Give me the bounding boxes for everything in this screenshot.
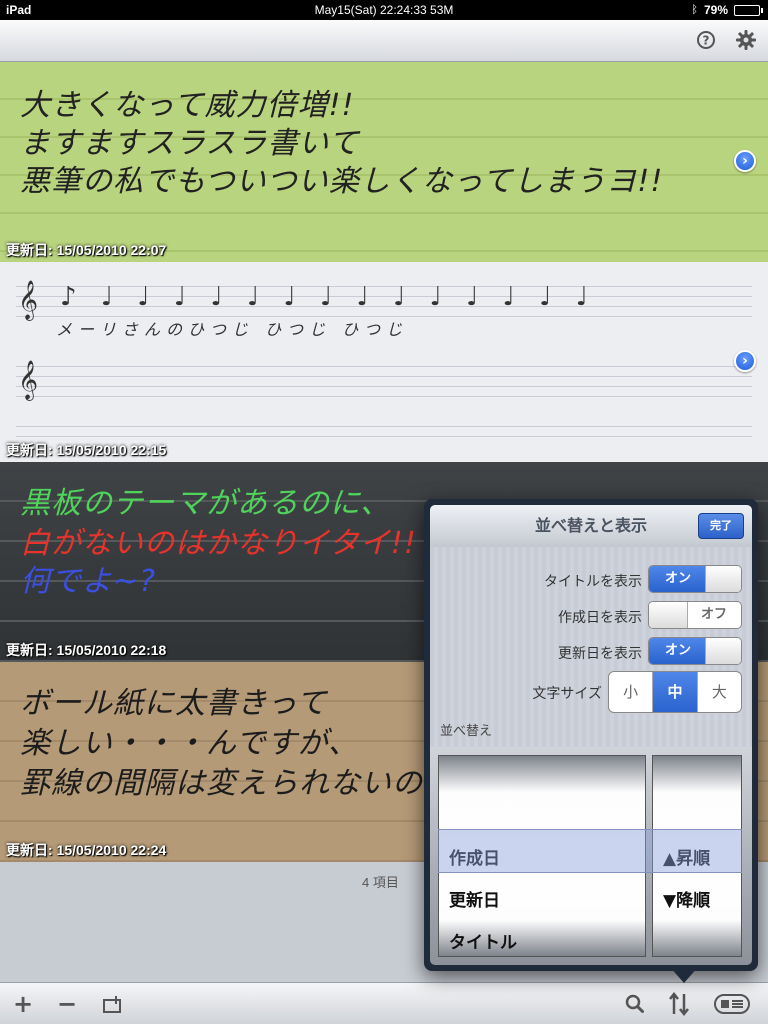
search-icon[interactable] [620,989,650,1019]
sort-order-option[interactable]: ▼降順 [663,886,710,911]
note-handwriting: 何でよ~? [20,564,157,599]
show-updated-switch[interactable]: オン [648,637,742,665]
music-notes-icon: ♪ ♩ ♩ ♩ ♩ ♩ ♩ ♩ ♩ ♩ ♩ ♩ ♩ ♩ ♩ [60,282,596,312]
new-folder-icon[interactable] [98,989,128,1019]
top-toolbar: ? [0,20,768,62]
show-title-row: タイトルを表示 オン [430,565,752,595]
note-handwriting: メーリさんのひつじ ひつじ ひつじ [56,320,409,339]
status-datetime: May15(Sat) 22:24:33 53M [314,3,454,17]
help-icon[interactable]: ? [694,28,718,52]
bluetooth-icon: ᛒ [691,4,698,16]
battery-percent: 79% [703,3,728,17]
show-title-label: タイトルを表示 [544,574,642,590]
note-handwriting: 悪筆の私でもついつい楽しくなってしまうヨ!! [20,164,664,199]
sort-field-option[interactable]: 更新日 [449,886,500,911]
font-size-small[interactable]: 小 [609,672,654,712]
treble-clef-icon: 𝄞 [18,360,39,400]
sort-field-option[interactable]: タイトル [449,928,517,953]
popover-header: 並べ替えと表示 完了 [430,505,752,547]
font-size-segmented-control: 小 中 大 [608,671,742,713]
sort-icon[interactable] [664,989,694,1019]
bottom-toolbar: + − [0,982,768,1024]
sort-display-popover: 並べ替えと表示 完了 タイトルを表示 オン 作成日を表示 オフ 更新日を表示 オ… [424,499,758,983]
note-handwriting: ボール紙に太書きって [20,686,328,721]
font-size-medium[interactable]: 中 [653,672,698,712]
sort-picker: 作成日 更新日 タイトル ▲昇順 ▼降順 [430,747,752,965]
remove-icon[interactable]: − [52,989,82,1019]
popover-settings: タイトルを表示 オン 作成日を表示 オフ 更新日を表示 オン 文字サイズ 小 中… [430,547,752,747]
svg-text:?: ? [703,34,710,48]
add-icon[interactable]: + [8,989,38,1019]
view-toggle-icon[interactable] [712,989,752,1019]
note-updated-date: 更新日: 15/05/2010 22:18 [6,642,167,658]
gear-icon[interactable] [734,28,758,52]
popover-title: 並べ替えと表示 [534,516,647,535]
picker-selection-indicator [438,829,742,873]
note-item[interactable]: 大きくなって威力倍増!! ますますスラスラ書いて 悪筆の私でもついつい楽しくなっ… [0,62,768,262]
note-updated-date: 更新日: 15/05/2010 22:24 [6,842,167,858]
show-updated-label: 更新日を表示 [558,646,642,662]
note-updated-date: 更新日: 15/05/2010 22:15 [6,442,167,458]
show-created-switch[interactable]: オフ [648,601,742,629]
music-staff [16,366,752,406]
show-updated-row: 更新日を表示 オン [430,637,752,667]
status-bar: iPad May15(Sat) 22:24:33 53M ᛒ 79% [0,0,768,20]
note-item[interactable]: 𝄞 𝄞 ♪ ♩ ♩ ♩ ♩ ♩ ♩ ♩ ♩ ♩ ♩ ♩ ♩ ♩ ♩ メーリさんの… [0,262,768,462]
font-size-label: 文字サイズ [532,686,602,702]
sort-label: 並べ替え [440,724,493,739]
show-created-row: 作成日を表示 オフ [430,601,752,631]
treble-clef-icon: 𝄞 [18,280,39,320]
disclosure-arrow-icon[interactable]: › [734,150,756,172]
done-button[interactable]: 完了 [698,513,744,539]
battery-icon [734,4,763,16]
disclosure-arrow-icon[interactable]: › [734,350,756,372]
note-updated-date: 更新日: 15/05/2010 22:07 [6,242,167,258]
item-count: 4 項目 [362,875,399,890]
note-handwriting: 罫線の間隔は変えられないので [20,766,454,801]
note-handwriting: 黒板のテーマがあるのに、 [20,486,392,521]
show-title-switch[interactable]: オン [648,565,742,593]
show-created-label: 作成日を表示 [558,610,642,626]
font-size-row: 文字サイズ 小 中 大 [430,671,752,713]
font-size-large[interactable]: 大 [698,672,741,712]
note-handwriting: 楽しい・・・んですが、 [20,726,359,761]
